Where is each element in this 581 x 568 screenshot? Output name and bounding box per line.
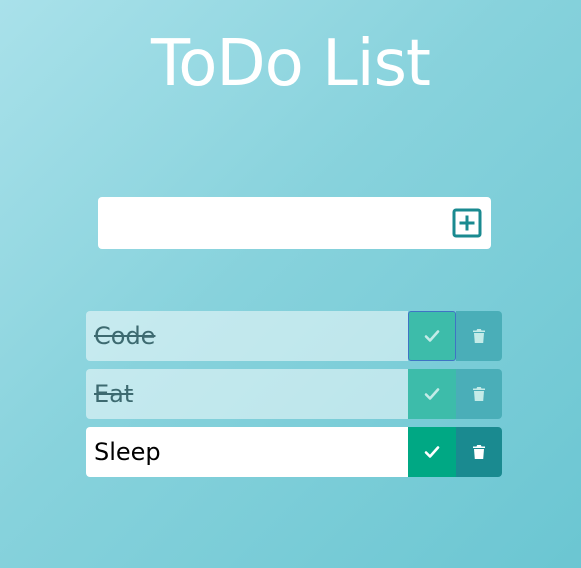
todo-item-body: Sleep <box>86 427 408 477</box>
trash-icon <box>473 387 485 401</box>
trash-icon <box>473 329 485 343</box>
delete-button[interactable] <box>456 427 502 477</box>
todo-item-text: Eat <box>94 380 134 408</box>
plus-square-icon <box>452 208 482 238</box>
check-icon <box>424 330 440 342</box>
todo-item-text: Code <box>94 322 156 350</box>
todo-item: Code <box>86 311 502 361</box>
complete-button[interactable] <box>408 427 456 477</box>
add-todo-form <box>98 197 491 249</box>
delete-button[interactable] <box>456 311 502 361</box>
check-icon <box>424 388 440 400</box>
todo-item-body: Eat <box>86 369 408 419</box>
add-button[interactable] <box>451 207 483 239</box>
delete-button[interactable] <box>456 369 502 419</box>
page-title: ToDo List <box>150 27 431 101</box>
trash-icon <box>473 445 485 459</box>
complete-button[interactable] <box>408 369 456 419</box>
todo-item: Sleep <box>86 427 502 477</box>
complete-button[interactable] <box>408 311 456 361</box>
todo-item-text: Sleep <box>94 438 161 466</box>
todo-item: Eat <box>86 369 502 419</box>
todo-input[interactable] <box>98 197 438 249</box>
todo-item-body: Code <box>86 311 408 361</box>
check-icon <box>424 446 440 458</box>
todo-list: Code Eat Sleep <box>86 311 502 485</box>
